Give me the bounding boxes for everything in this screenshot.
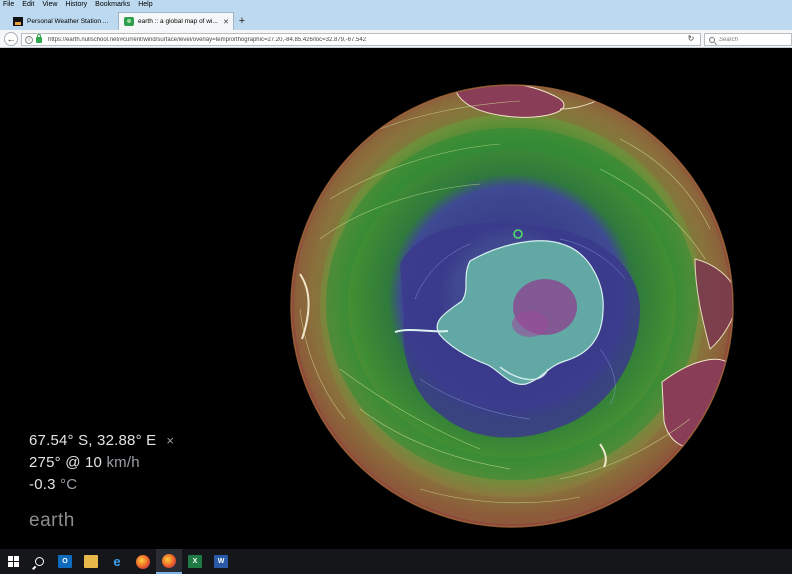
taskbar-excel[interactable]: X bbox=[182, 549, 208, 574]
earth-menu-button[interactable]: earth bbox=[29, 510, 75, 532]
taskbar-word[interactable]: W bbox=[208, 549, 234, 574]
edge-icon: e bbox=[113, 554, 121, 569]
word-icon: W bbox=[214, 555, 228, 568]
close-location-icon[interactable]: × bbox=[166, 433, 174, 448]
new-tab-button[interactable]: + bbox=[236, 13, 248, 29]
taskbar-outlook[interactable]: O bbox=[52, 549, 78, 574]
search-box[interactable] bbox=[704, 33, 792, 46]
info-icon[interactable]: i bbox=[25, 35, 33, 44]
taskbar-firefox[interactable] bbox=[130, 549, 156, 574]
taskbar: O e X W bbox=[0, 549, 792, 574]
tab-earth[interactable]: earth :: a global map of wi... ✕ bbox=[118, 12, 234, 30]
coordinates-value: 67.54° S, 32.88° E bbox=[29, 432, 157, 449]
menu-bar: File Edit View History Bookmarks Help bbox=[0, 0, 792, 10]
wind-unit-toggle[interactable]: km/h bbox=[106, 454, 139, 471]
tab-weather-station[interactable]: Personal Weather Station ... bbox=[8, 12, 114, 30]
temperature-line: -0.3 °C bbox=[29, 476, 174, 498]
coordinates-line: 67.54° S, 32.88° E × bbox=[29, 432, 174, 454]
earth-favicon-icon bbox=[124, 17, 134, 26]
windows-logo-icon bbox=[7, 556, 19, 567]
temperature-unit-toggle[interactable]: °C bbox=[60, 476, 77, 493]
menu-file[interactable]: File bbox=[3, 0, 14, 10]
excel-icon: X bbox=[188, 555, 202, 568]
taskbar-edge[interactable]: e bbox=[104, 549, 130, 574]
search-icon bbox=[709, 36, 715, 43]
firefox-icon bbox=[136, 554, 150, 569]
taskbar-search-icon bbox=[34, 557, 44, 566]
navigation-bar: ← i https://earth.nullschool.net/#curren… bbox=[0, 30, 792, 48]
temperature-value: -0.3 bbox=[29, 476, 56, 493]
wind-direction-value: 275° bbox=[29, 454, 61, 471]
address-bar[interactable]: i https://earth.nullschool.net/#current/… bbox=[21, 33, 701, 46]
menu-edit[interactable]: Edit bbox=[22, 0, 34, 10]
wind-speed-value: 10 bbox=[85, 454, 103, 471]
taskbar-file-explorer[interactable] bbox=[78, 549, 104, 574]
tab-strip: Personal Weather Station ... earth :: a … bbox=[0, 10, 792, 30]
weather-station-favicon-icon bbox=[13, 16, 23, 26]
menu-bookmarks[interactable]: Bookmarks bbox=[95, 0, 130, 10]
outlook-icon: O bbox=[58, 555, 72, 568]
reload-button[interactable]: ↻ bbox=[686, 33, 696, 44]
lock-icon[interactable] bbox=[36, 33, 42, 43]
firefox-active-icon bbox=[162, 553, 176, 568]
menu-history[interactable]: History bbox=[65, 0, 87, 10]
inner-purple bbox=[512, 311, 548, 337]
tab-title: earth :: a global map of wi... bbox=[138, 18, 218, 25]
location-info-panel: 67.54° S, 32.88° E × 275° @ 10 km/h -0.3 … bbox=[29, 432, 174, 498]
wind-at-symbol: @ bbox=[65, 454, 81, 471]
menu-view[interactable]: View bbox=[42, 0, 57, 10]
menu-help[interactable]: Help bbox=[138, 0, 152, 10]
back-button[interactable]: ← bbox=[4, 32, 18, 46]
tab-title: Personal Weather Station ... bbox=[27, 17, 109, 25]
map-content: 67.54° S, 32.88° E × 275° @ 10 km/h -0.3 … bbox=[0, 49, 792, 549]
close-tab-icon[interactable]: ✕ bbox=[222, 18, 230, 26]
wind-line: 275° @ 10 km/h bbox=[29, 454, 174, 476]
folder-icon bbox=[84, 555, 98, 568]
url-text[interactable]: https://earth.nullschool.net/#current/wi… bbox=[48, 37, 700, 43]
start-button[interactable] bbox=[0, 549, 26, 574]
taskbar-search-button[interactable] bbox=[26, 549, 52, 574]
taskbar-firefox-active[interactable] bbox=[156, 549, 182, 574]
search-input[interactable] bbox=[719, 36, 789, 43]
